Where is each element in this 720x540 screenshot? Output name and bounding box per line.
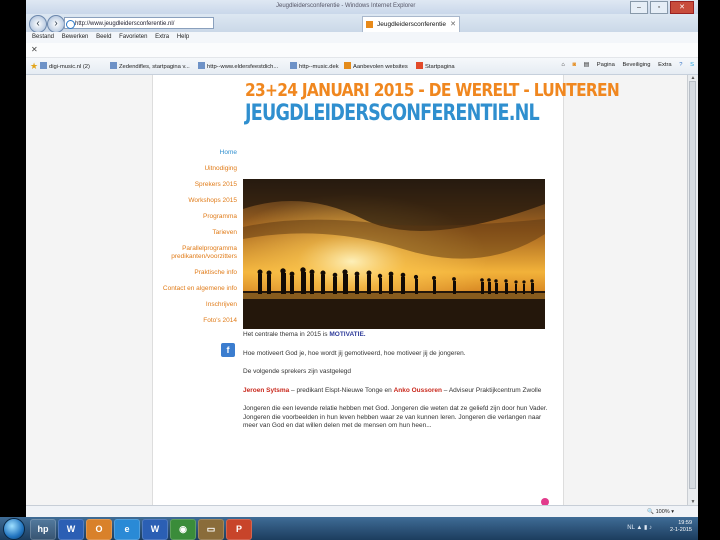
powerpoint-app-icon[interactable]: P (226, 519, 252, 540)
ie-icon (66, 20, 75, 29)
nav-inschrijven[interactable]: Inschrijven (153, 301, 237, 309)
theme-word: MOTIVATIE. (329, 331, 366, 338)
explorer-app-icon[interactable]: ▭ (198, 519, 224, 540)
safety-menu[interactable]: Beveiliging (622, 62, 650, 68)
hp-app-icon[interactable]: hp (30, 519, 56, 540)
maximize-button[interactable]: ▫ (650, 1, 668, 14)
menu-bestand[interactable]: Bestand (32, 32, 54, 43)
forward-button[interactable]: › (47, 15, 65, 33)
taskbar: hp W O e W ◉ ▭ P NL ▲ ▮ ♪ 19:59 2-1-2015 (0, 517, 698, 540)
address-text: http://www.jeugdleidersconferentie.nl/ (75, 21, 175, 27)
speaker-name[interactable]: Jeroen Sytsma (243, 387, 289, 394)
nav-praktische-info[interactable]: Praktische info (153, 269, 237, 277)
outlook-app-icon[interactable]: O (86, 519, 112, 540)
start-button[interactable] (3, 518, 25, 540)
minimize-button[interactable]: – (630, 1, 648, 14)
banner-site-name[interactable]: JEUGDLEIDERSCONFERENTIE.NL (245, 101, 540, 126)
navigation-bar: ‹ › http://www.jeugdleidersconferentie.n… (26, 14, 698, 33)
page-icon (290, 62, 297, 69)
back-button[interactable]: ‹ (29, 15, 47, 33)
nav-fotos[interactable]: Foto's 2014 (153, 317, 237, 325)
home-icon[interactable]: ⌂ (561, 62, 565, 68)
web-page: 23+24 JANUARI 2015 - DE WERELT - LUNTERE… (152, 75, 620, 506)
menu-bewerken[interactable]: Bewerken (62, 32, 89, 43)
menu-help[interactable]: Help (177, 32, 189, 43)
zoom-level[interactable]: 🔍 100% ▾ (647, 509, 674, 515)
page-icon (416, 62, 423, 69)
vertical-scrollbar[interactable]: ▲ ▼ (687, 75, 698, 505)
site-favicon-icon (366, 21, 373, 28)
nav-parallelprogramma[interactable]: Parallelprogramma predikanten/voorzitter… (153, 245, 237, 261)
favorites-bar: ★ digi-music.nl (2) Zedendifles, startpa… (26, 58, 698, 75)
nav-programma[interactable]: Programma (153, 213, 237, 221)
sunset-crowd-photo (243, 179, 545, 329)
network-icon[interactable]: ▲ ▮ (636, 525, 647, 531)
tab-label: Jeugdleidersconferentie (377, 21, 447, 28)
internet-explorer-app-icon[interactable]: e (114, 519, 140, 540)
intro-paragraph: Jongeren die een levende relatie hebben … (243, 405, 548, 429)
window-controls: – ▫ ✕ (630, 1, 694, 14)
address-bar[interactable]: http://www.jeugdleidersconferentie.nl/ (64, 17, 214, 29)
print-icon[interactable]: ▤ (584, 62, 589, 68)
favorite-item[interactable]: digi-music.nl (2) (40, 62, 90, 70)
close-tab-icon[interactable]: ✕ (450, 17, 456, 32)
favorite-item[interactable]: Startpagina (416, 62, 455, 70)
nav-home[interactable]: Home (153, 149, 237, 157)
scroll-thumb[interactable] (689, 81, 696, 489)
nav-tarieven[interactable]: Tarieven (153, 229, 237, 237)
window-title: Jeugdleidersconferentie - Windows Intern… (276, 3, 416, 9)
banner-date-line: 23+24 JANUARI 2015 - DE WERELT - LUNTERE… (245, 81, 620, 101)
menu-extra[interactable]: Extra (155, 32, 169, 43)
rss-icon[interactable]: ◙ (573, 62, 577, 68)
clock-time: 19:59 (678, 520, 692, 526)
system-tray: NL ▲ ▮ ♪ (627, 524, 652, 531)
main-content: Het centrale thema in 2015 is MOTIVATIE.… (243, 331, 555, 441)
favorite-item[interactable]: Aanbevolen websites (344, 62, 408, 70)
chrome-app-icon[interactable]: ◉ (170, 519, 196, 540)
command-bar: ⌂ ◙ ▤ Pagina Beveiliging Extra ? S (555, 62, 694, 68)
page-menu[interactable]: Pagina (597, 62, 615, 68)
favorites-star-icon[interactable]: ★ (30, 61, 38, 72)
word-app-icon[interactable]: W (142, 519, 168, 540)
word-app-icon[interactable]: W (58, 519, 84, 540)
motivation-question: Hoe motiveert God je, hoe wordt jij gemo… (243, 349, 466, 357)
menu-beeld[interactable]: Beeld (96, 32, 111, 43)
title-bar: Jeugdleidersconferentie - Windows Intern… (26, 0, 698, 14)
tools-menu[interactable]: Extra (658, 62, 672, 68)
nav-uitnodiging[interactable]: Uitnodiging (153, 165, 237, 173)
speaker-name[interactable]: Anko Oussoren (394, 387, 442, 394)
menu-bar: Bestand Bewerken Beeld Favorieten Extra … (26, 32, 698, 43)
page-icon (198, 62, 205, 69)
page-icon (344, 62, 351, 69)
favorite-item[interactable]: Zedendifles, startpagina v... (110, 62, 190, 70)
skype-icon[interactable]: S (690, 62, 694, 68)
favorite-item[interactable]: http--music.dek (290, 62, 339, 70)
close-bar-icon[interactable]: ✕ (31, 45, 38, 54)
notification-row: ✕ (26, 43, 698, 58)
tab-jeugdleidersconferentie[interactable]: Jeugdleidersconferentie ✕ (362, 16, 460, 32)
close-window-button[interactable]: ✕ (670, 1, 694, 14)
help-icon[interactable]: ? (679, 62, 682, 68)
favorite-item[interactable]: http--www.eldersfeestdich... (198, 62, 278, 70)
language-indicator[interactable]: NL (627, 525, 634, 531)
facebook-like-icon[interactable]: f (221, 343, 235, 357)
nav-contact[interactable]: Contact en algemene info (153, 285, 237, 293)
site-navigation: Home Uitnodiging Sprekers 2015 Workshops… (153, 149, 237, 333)
volume-icon[interactable]: ♪ (649, 525, 652, 531)
browser-window: Jeugdleidersconferentie - Windows Intern… (26, 0, 698, 540)
clock[interactable]: 19:59 2-1-2015 (670, 520, 692, 534)
page-icon (110, 62, 117, 69)
clock-date: 2-1-2015 (669, 527, 692, 533)
speakers-intro: De volgende sprekers zijn vastgelegd (243, 368, 352, 375)
speakers-line: Jeroen Sytsma – predikant Elspt-Nieuwe T… (243, 386, 542, 394)
page-icon (40, 62, 47, 69)
nav-sprekers[interactable]: Sprekers 2015 (153, 181, 237, 189)
menu-favorieten[interactable]: Favorieten (119, 32, 147, 43)
theme-line: Het centrale thema in 2015 is MOTIVATIE. (243, 331, 366, 338)
nav-workshops[interactable]: Workshops 2015 (153, 197, 237, 205)
